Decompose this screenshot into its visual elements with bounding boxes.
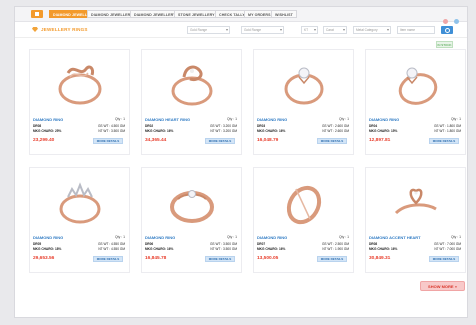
product-card[interactable]: DIAMOND ACCENT HEART Qty : 1 DR08 GS WT : 7… <box>365 167 466 273</box>
product-code: DR04 <box>369 124 378 128</box>
making-charge: MKG CHARG: 15% <box>369 129 398 133</box>
nav-item-wishlist[interactable]: WISHLIST <box>271 10 297 18</box>
product-price: 23,299.40 <box>33 138 55 143</box>
product-price: 13,500.05 <box>257 256 279 261</box>
net-weight: NT WT : 1.800 GM <box>434 129 461 133</box>
ring-image[interactable] <box>367 52 464 114</box>
diamond-icon <box>32 27 38 32</box>
more-details-button[interactable]: MORE DETAILS <box>429 256 459 262</box>
making-charge: MKG CHARG: 16% <box>257 247 286 251</box>
product-price: 30,849.31 <box>369 256 391 261</box>
gold-range-select-2[interactable]: Gold Range <box>241 26 284 34</box>
nav-item-jewellery-3[interactable]: DIAMOND JEWELLERY <box>130 10 180 18</box>
carat-select[interactable]: Carat <box>323 26 347 34</box>
metal-category-select[interactable]: Metal Category <box>353 26 391 34</box>
gross-weight: GS WT : 7.000 GM <box>433 242 461 246</box>
making-charge: MKG CHARG: 25% <box>33 129 62 133</box>
ring-image[interactable] <box>143 52 240 114</box>
gross-weight: GS WT : 1.800 GM <box>433 124 461 128</box>
product-name[interactable]: DIAMOND HEART RING <box>145 117 190 122</box>
gold-range-select[interactable]: Gold Range <box>187 26 230 34</box>
item-name-input[interactable]: Item name <box>397 26 435 34</box>
product-qty: Qty : 1 <box>115 117 125 121</box>
ring-image[interactable] <box>255 52 352 114</box>
product-price: 16,845.78 <box>145 256 167 261</box>
making-charge: MKG CHARG: 16% <box>257 129 286 133</box>
product-card[interactable]: DIAMOND RING Qty : 1 DR08 GS WT : 4.500 GM M… <box>29 49 130 155</box>
gross-weight: GS WT : 3.500 GM <box>209 242 237 246</box>
ring-image[interactable] <box>31 170 128 232</box>
product-qty: Qty : 1 <box>227 117 237 121</box>
product-name[interactable]: DIAMOND RING <box>257 117 287 122</box>
product-code: DR06 <box>145 242 154 246</box>
gross-weight: GS WT : 4.500 GM <box>97 124 125 128</box>
product-code: DR02 <box>145 124 154 128</box>
product-code: DR08 <box>33 124 42 128</box>
product-price: 16,048.79 <box>257 138 279 143</box>
app-window: DIAMOND JEWELLERY DIAMOND JEWELLERY DIAM… <box>14 6 468 318</box>
net-weight: NT WT : 2.600 GM <box>322 129 349 133</box>
ring-image[interactable] <box>143 170 240 232</box>
gross-weight: GS WT : 4.550 GM <box>97 242 125 246</box>
search-button[interactable] <box>441 26 453 34</box>
product-code: DR08 <box>369 242 378 246</box>
ring-image[interactable] <box>367 170 464 232</box>
ring-image[interactable] <box>31 52 128 114</box>
top-nav: DIAMOND JEWELLERY DIAMOND JEWELLERY DIAM… <box>15 7 467 24</box>
gross-weight: GS WT : 2.600 GM <box>321 124 349 128</box>
product-qty: Qty : 1 <box>115 235 125 239</box>
product-card[interactable]: DIAMOND RING Qty : 1 DR05 GS WT : 4.550 GM M… <box>29 167 130 273</box>
ring-image[interactable] <box>255 170 352 232</box>
making-charge: MKG CHARG: 16% <box>145 129 174 133</box>
net-weight: NT WT : 3.200 GM <box>210 129 237 133</box>
more-details-button[interactable]: MORE DETAILS <box>205 138 235 144</box>
product-name[interactable]: DIAMOND RING <box>369 117 399 122</box>
more-details-button[interactable]: MORE DETAILS <box>317 138 347 144</box>
more-details-button[interactable]: MORE DETAILS <box>205 256 235 262</box>
nav-item-stone-jewellery[interactable]: STONE JEWELLERY <box>174 10 219 18</box>
product-qty: Qty : 1 <box>339 235 349 239</box>
net-weight: NT WT : 1.900 GM <box>322 247 349 251</box>
product-qty: Qty : 1 <box>227 235 237 239</box>
product-card[interactable]: DIAMOND RING Qty : 1 DR03 GS WT : 2.600 GM M… <box>253 49 354 155</box>
product-card[interactable]: DIAMOND RING Qty : 1 DR07 GS WT : 2.500 GM M… <box>253 167 354 273</box>
kt-select[interactable]: KT <box>301 26 318 34</box>
more-details-button[interactable]: MORE DETAILS <box>429 138 459 144</box>
gross-weight: GS WT : 2.500 GM <box>321 242 349 246</box>
net-weight: NT WT : 4.550 GM <box>98 247 125 251</box>
net-weight: NT WT : 3.500 GM <box>210 247 237 251</box>
product-code: DR03 <box>257 124 266 128</box>
page-title: JEWELLERY RINGS <box>41 27 88 32</box>
product-name[interactable]: DIAMOND RING <box>33 117 63 122</box>
product-name[interactable]: DIAMOND RING <box>33 235 63 240</box>
product-name[interactable]: DIAMOND RING <box>145 235 175 240</box>
stock-badge[interactable]: IN STOCK <box>436 41 453 48</box>
product-card[interactable]: DIAMOND RING Qty : 1 DR06 GS WT : 3.500 GM M… <box>141 167 242 273</box>
product-price: 12,897.81 <box>369 138 391 143</box>
more-details-button[interactable]: MORE DETAILS <box>317 256 347 262</box>
more-details-button[interactable]: MORE DETAILS <box>93 138 123 144</box>
more-details-button[interactable]: MORE DETAILS <box>93 256 123 262</box>
product-code: DR07 <box>257 242 266 246</box>
net-weight: NT WT : 3.500 GM <box>98 129 125 133</box>
product-card[interactable]: DIAMOND RING Qty : 1 DR04 GS WT : 1.800 GM M… <box>365 49 466 155</box>
gross-weight: GS WT : 3.200 GM <box>209 124 237 128</box>
product-price: 34,365.44 <box>145 138 167 143</box>
making-charge: MKG CHARG: 16% <box>145 247 174 251</box>
product-price: 29,653.56 <box>33 256 55 261</box>
product-name[interactable]: DIAMOND RING <box>257 235 287 240</box>
show-more-button[interactable]: SHOW MORE » <box>420 281 465 291</box>
home-icon[interactable] <box>31 10 43 18</box>
product-name[interactable]: DIAMOND ACCENT HEART <box>369 235 421 240</box>
product-card[interactable]: DIAMOND HEART RING Qty : 1 DR02 GS WT : 3.2… <box>141 49 242 155</box>
making-charge: MKG CHARG: 16% <box>369 247 398 251</box>
product-qty: Qty : 1 <box>451 235 461 239</box>
product-qty: Qty : 1 <box>451 117 461 121</box>
net-weight: NT WT : 7.000 GM <box>434 247 461 251</box>
product-qty: Qty : 1 <box>339 117 349 121</box>
making-charge: MKG CHARG: 18% <box>33 247 62 251</box>
filter-bar: JEWELLERY RINGS Gold Range Gold Range KT… <box>15 23 467 38</box>
product-code: DR05 <box>33 242 42 246</box>
